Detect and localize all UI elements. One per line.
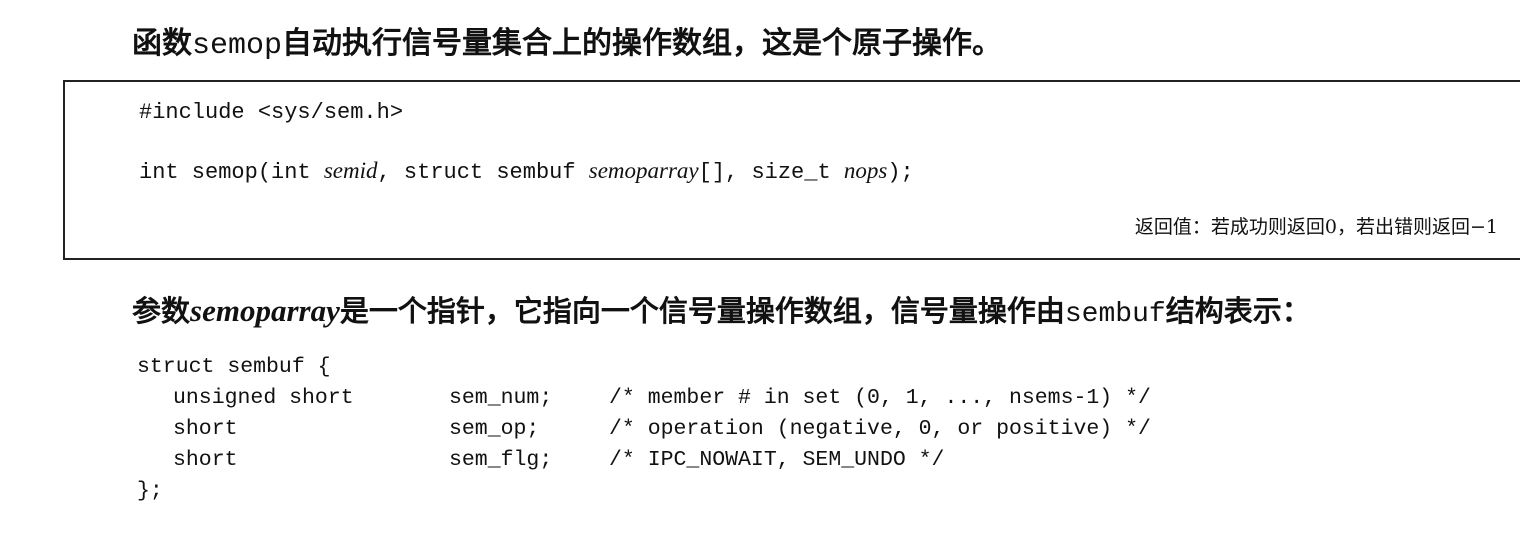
intro-text-before: 函数 [132,26,192,61]
field-name: sem_op; [449,417,540,441]
field-comment: /* member # in set (0, 1, ..., nsems-1) … [609,386,1151,410]
signature-part-4: ); [887,160,914,185]
para2-text-middle: 是一个指针，它指向一个信号量操作数组，信号量操作由 [339,294,1065,328]
description-paragraph: 参数semoparray是一个指针，它指向一个信号量操作数组，信号量操作由sem… [132,288,1311,330]
field-type: unsigned short [173,386,354,410]
intro-text-after: 自动执行信号量集合上的操作数组，这是个原子操作。 [282,26,1003,61]
arg-nops: nops [843,158,888,183]
arg-semid: semid [323,158,378,183]
field-type: short [173,417,238,441]
field-name: sem_num; [449,386,553,410]
include-line: #include <sys/sem.h> [139,100,404,125]
field-name: sem_flg; [449,448,553,472]
field-comment: /* IPC_NOWAIT, SEM_UNDO */ [609,448,945,472]
prototype-box: #include <sys/sem.h> int semop(int semid… [63,80,1520,260]
intro-function-name: semop [192,29,283,63]
struct-field-row: short sem_flg; /* IPC_NOWAIT, SEM_UNDO */ [137,445,1151,476]
function-signature: int semop(int semid, struct sembuf semop… [139,158,914,185]
para2-struct-name: sembuf [1064,299,1166,330]
struct-close-line: }; [137,479,163,503]
struct-open-line: struct sembuf { [137,355,331,379]
para2-text-after: 结构表示： [1165,294,1311,328]
intro-paragraph: 函数semop自动执行信号量集合上的操作数组，这是个原子操作。 [132,18,1002,63]
arg-semoparray: semoparray [588,158,699,183]
struct-field-row: short sem_op; /* operation (negative, 0, o… [137,414,1151,445]
para2-text-before: 参数 [132,294,191,328]
field-type: short [173,448,238,472]
field-comment: /* operation (negative, 0, or positive) … [609,417,1151,441]
signature-part-3: [], size_t [698,160,844,185]
struct-definition: struct sembuf { unsigned short sem_num; /*… [137,352,1151,507]
signature-part-2: , struct sembuf [377,160,589,185]
signature-part-1: int semop(int [139,160,324,185]
struct-field-row: unsigned short sem_num; /* member # in set… [137,383,1151,414]
return-value-note: 返回值：若成功则返回0，若出错则返回−1 [1134,216,1498,238]
para2-param-name: semoparray [190,293,340,328]
